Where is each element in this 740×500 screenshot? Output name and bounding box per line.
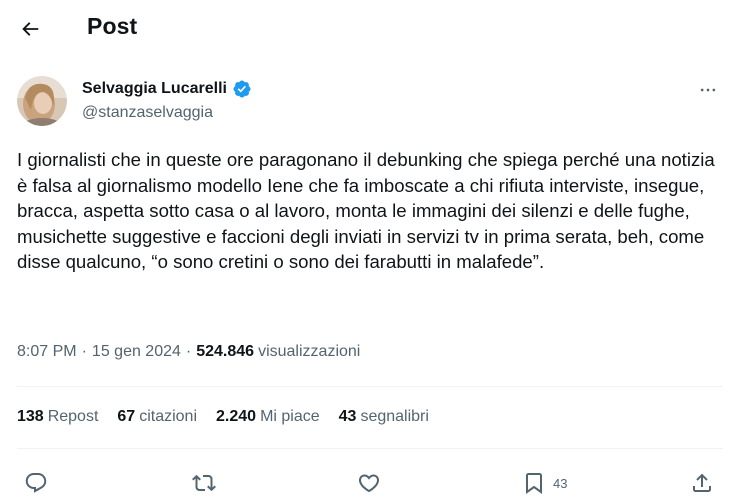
share-icon [693,473,711,492]
author-name-row: Selvaggia Lucarelli [82,79,252,99]
verified-badge-icon [232,79,252,99]
divider [17,448,723,449]
views-count: 524.846 [196,343,255,360]
meta-separator: · [185,343,192,360]
share-button[interactable] [690,466,714,500]
meta-separator: · [81,343,87,360]
stat-reposts[interactable]: 138 Repost [17,408,98,426]
bookmark-count: 43 [553,475,568,491]
stat-bookmarks[interactable]: 43 segnalibri [339,408,429,426]
reply-button[interactable] [24,466,48,500]
post-time[interactable]: 8:07 PM [17,343,77,361]
stat-reposts-label: Repost [47,408,99,425]
post-date[interactable]: 15 gen 2024 [92,343,181,361]
repost-icon [192,474,216,492]
stat-bookmarks-count: 43 [338,408,357,425]
top-header: Post [0,0,740,57]
like-button[interactable] [357,466,381,500]
stat-likes-label: Mi piace [260,408,320,425]
repost-button[interactable] [192,466,216,500]
author-name[interactable]: Selvaggia Lucarelli [82,80,227,98]
stat-bookmarks-label: segnalibri [360,408,429,425]
more-options-button[interactable] [690,76,726,104]
avatar[interactable] [17,76,67,126]
stat-quotes-count: 67 [117,408,136,425]
views-label: visualizzazioni [258,343,361,360]
bookmark-button[interactable]: 43 [522,466,567,500]
avatar-image [17,76,67,126]
more-horizontal-icon [700,88,716,92]
stat-quotes-label: citazioni [139,408,198,425]
back-arrow-icon [22,22,39,36]
post-page: Post Selvaggia Lucarelli @stanzaselvaggi… [0,0,740,500]
stat-reposts-count: 138 [17,408,44,425]
reply-bubble-icon [25,473,47,493]
divider [17,386,723,387]
heart-icon [358,474,380,493]
post-meta: 8:07 PM · 15 gen 2024 · 524.846 visualiz… [17,343,360,361]
stat-likes[interactable]: 2.240 Mi piace [216,408,320,426]
post-text: I giornalisti che in queste ore paragona… [17,149,715,273]
stat-quotes[interactable]: 67 citazioni [117,408,197,426]
stat-likes-count: 2.240 [216,408,257,425]
author-handle[interactable]: @stanzaselvaggia [82,104,213,122]
bookmark-icon [526,473,542,494]
engagement-stats: 138 Repost 67 citazioni 2.240 Mi piace 43 se… [17,408,448,426]
back-button[interactable] [12,11,48,47]
page-title: Post [87,13,138,39]
